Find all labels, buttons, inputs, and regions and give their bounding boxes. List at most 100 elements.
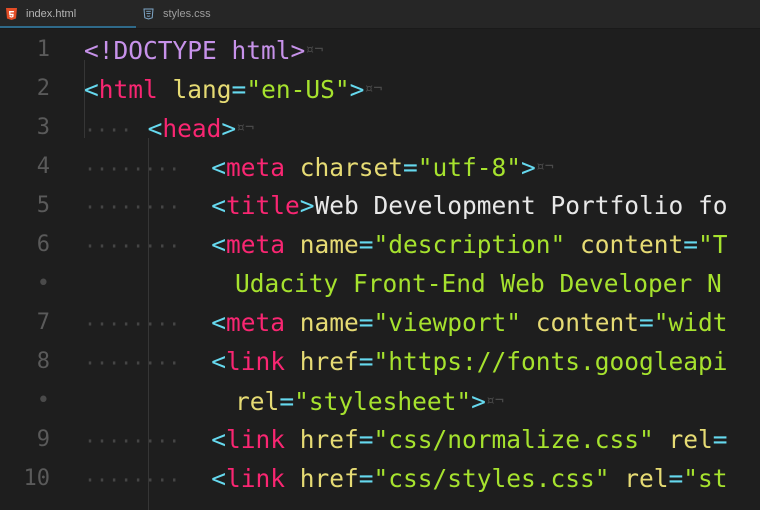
code-token: = [639, 308, 654, 337]
code-token: link [225, 425, 285, 454]
line-number: 6 [36, 232, 50, 257]
code-line[interactable]: 2 <html lang="en-US">¤¬ [0, 69, 760, 108]
code-token: = [402, 153, 418, 182]
code-token: href [284, 425, 359, 454]
html5-icon [6, 8, 17, 20]
tab-styles-css[interactable]: styles.css [143, 0, 273, 28]
code-token: < [211, 153, 226, 182]
code-token: > [349, 75, 365, 104]
whitespace-marker: ········ [84, 468, 181, 492]
code-content: ········ <title>Web Development Portfolio… [84, 186, 728, 227]
code-token: > [221, 114, 237, 143]
line-number: 7 [36, 310, 50, 335]
code-token: link [225, 464, 285, 493]
whitespace-marker: ········ [84, 195, 181, 219]
code-content: ········ <meta charset="utf-8">¤¬ [84, 147, 554, 189]
code-token: rel [653, 425, 713, 454]
line-number: 4 [36, 154, 50, 179]
code-token: < [211, 464, 226, 493]
eol-marker: ¤¬ [236, 118, 255, 136]
code-token: content [565, 230, 684, 259]
code-line[interactable]: 1 <!DOCTYPE html>¤¬ [0, 30, 760, 69]
code-token: rel [609, 464, 669, 493]
code-token: meta [225, 230, 285, 259]
eol-marker: ¤¬ [364, 79, 383, 97]
line-number: 5 [36, 193, 50, 218]
whitespace-marker: ········ [84, 429, 181, 453]
whitespace-marker: ········ [84, 234, 181, 258]
code-line[interactable]: 10 ········ <link href="css/styles.css" re… [0, 459, 760, 498]
code-token: < [211, 308, 226, 337]
css3-icon [143, 8, 154, 20]
line-number: 1 [36, 37, 50, 62]
code-token: = [358, 425, 374, 454]
code-content: <!DOCTYPE html>¤¬ [84, 30, 323, 70]
code-token: "description" [373, 230, 566, 259]
code-token: name [284, 308, 359, 337]
code-token: href [284, 347, 359, 376]
code-token: lang [157, 75, 232, 104]
whitespace-marker: ········ [84, 312, 181, 336]
line-number: 3 [36, 115, 50, 140]
code-editor[interactable]: 1 <!DOCTYPE html>¤¬ 2 <html lang="en-US">¤¬… [0, 30, 760, 510]
code-token: meta [225, 153, 285, 182]
code-content: ···· <head>¤¬ [84, 108, 254, 150]
code-line[interactable]: 7 ········ <meta name="viewport" content="… [0, 303, 760, 342]
whitespace-marker: ···· [84, 118, 133, 142]
code-token: Web Development Portfolio fo [314, 191, 728, 220]
code-token: content [521, 308, 640, 337]
tab-bar: index.html styles.css [0, 0, 760, 29]
code-token: < [147, 114, 163, 143]
line-number: 8 [36, 349, 50, 374]
code-token: html [231, 36, 291, 65]
code-token: = [683, 230, 699, 259]
code-token: link [225, 347, 285, 376]
code-token: "css/normalize.css" [373, 425, 654, 454]
code-token: = [358, 464, 374, 493]
code-token: rel [235, 387, 280, 416]
code-content: ········ <link href="css/normalize.css" r… [84, 420, 728, 461]
code-token: "T [698, 230, 728, 259]
code-token: Udacity Front-End Web Developer N [235, 269, 722, 298]
line-number: • [36, 388, 50, 413]
code-token: = [279, 387, 295, 416]
code-token: = [712, 425, 728, 454]
code-token: head [162, 114, 222, 143]
code-token: = [358, 347, 374, 376]
code-token: "css/styles.css" [373, 464, 610, 493]
code-token: < [211, 191, 226, 220]
line-number: 2 [36, 76, 50, 101]
tab-label: styles.css [163, 8, 211, 20]
line-number: 9 [36, 427, 50, 452]
code-token: < [211, 347, 226, 376]
eol-marker: ¤¬ [305, 40, 324, 58]
tab-index-html[interactable]: index.html [0, 0, 136, 28]
code-token: "en-US" [246, 75, 350, 104]
code-content: ········ <meta name="description" content… [84, 225, 728, 266]
code-content: rel="stylesheet">¤¬ [235, 381, 504, 421]
code-content: Udacity Front-End Web Developer N [235, 264, 722, 303]
code-token: "https://fonts.googleapi [373, 347, 728, 376]
code-line[interactable]: 4 ········ <meta charset="utf-8">¤¬ [0, 147, 760, 186]
eol-marker: ¤¬ [535, 157, 554, 175]
code-line[interactable]: 6 ········ <meta name="description" conten… [0, 225, 760, 264]
code-token: "st [683, 464, 728, 493]
code-line[interactable]: 5 ········ <title>Web Development Portfoli… [0, 186, 760, 225]
code-token: = [358, 230, 374, 259]
code-line[interactable]: 3 ···· <head>¤¬ [0, 108, 760, 147]
whitespace-marker: ········ [84, 351, 181, 375]
code-content: <html lang="en-US">¤¬ [84, 69, 382, 109]
code-token: html [98, 75, 158, 104]
code-line[interactable]: • rel="stylesheet">¤¬ [0, 381, 760, 420]
whitespace-marker: ········ [84, 157, 181, 181]
code-line[interactable]: 8 ········ <link href="https://fonts.googl… [0, 342, 760, 381]
code-token: = [231, 75, 247, 104]
code-token: = [668, 464, 684, 493]
code-content: ········ <link href="css/styles.css" rel=… [84, 459, 728, 500]
code-token: "widt [653, 308, 728, 337]
code-token: name [284, 230, 359, 259]
eol-marker: ¤¬ [485, 391, 504, 409]
code-token: title [225, 191, 300, 220]
code-line[interactable]: • Udacity Front-End Web Developer N [0, 264, 760, 303]
code-line[interactable]: 9 ········ <link href="css/normalize.css" … [0, 420, 760, 459]
